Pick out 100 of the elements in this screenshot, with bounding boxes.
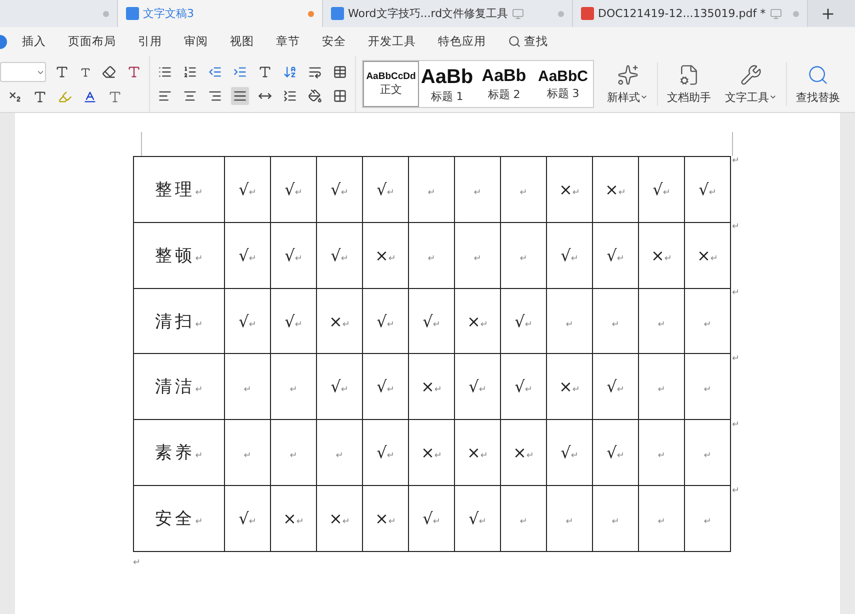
menu-item[interactable]: 引用 (127, 34, 173, 49)
font-size-field[interactable] (0, 62, 46, 82)
row-label-cell: 整顿↵ (134, 222, 224, 288)
row-label-cell: 素养↵ (134, 420, 224, 486)
table-cell: ×↵ (408, 420, 454, 486)
table-cell: √↵ (592, 222, 638, 288)
row-end-mark: ↵ (731, 156, 740, 168)
table-cell: ×↵ (454, 288, 500, 354)
table-cell: √↵ (224, 222, 270, 288)
paint-bucket-icon[interactable] (306, 87, 324, 105)
sparkle-icon (616, 64, 638, 86)
row-label-cell: 整理↵ (134, 156, 224, 222)
menu-item[interactable]: 开发工具 (357, 34, 427, 49)
ribbon-tool-button[interactable]: 文字工具 (718, 56, 784, 112)
table-cell: ×↵ (684, 222, 730, 288)
tab-title: Word文字技巧...rd文件修复工具 (348, 6, 508, 21)
row-end-mark: ↵ (731, 222, 740, 234)
eraser-icon[interactable] (100, 63, 118, 81)
table-cell: √↵ (224, 486, 270, 552)
table-cell: ↵ (684, 486, 730, 552)
table-cell: ↵ (638, 288, 684, 354)
table-cell: √↵ (684, 156, 730, 222)
status-dot (558, 10, 564, 16)
table-cell: ↵ (270, 354, 316, 420)
ribbon-tool-button[interactable]: 查找替换 (789, 56, 847, 112)
menu-item[interactable]: 安全 (311, 34, 357, 49)
row-label-cell: 安全↵ (134, 486, 224, 552)
table-cell: √↵ (500, 288, 546, 354)
table-cell: √↵ (224, 156, 270, 222)
ribbon-tool-button[interactable]: 文档助手 (660, 56, 718, 112)
borders-icon[interactable] (331, 87, 349, 105)
table-cell: ↵ (638, 354, 684, 420)
pdf-icon (581, 7, 594, 20)
table-cell: ×↵ (454, 420, 500, 486)
table-cell: √↵ (224, 288, 270, 354)
align-button[interactable] (231, 87, 249, 105)
search-icon (807, 64, 829, 86)
table-cell: √↵ (316, 354, 362, 420)
table-cell: √↵ (546, 222, 592, 288)
wrench-icon (740, 64, 762, 86)
table-cell: ↵ (684, 354, 730, 420)
document-tab[interactable]: DOC121419-12...135019.pdf * (573, 0, 808, 27)
table-cell: ↵ (224, 420, 270, 486)
table-cell: ↵ (500, 486, 546, 552)
table-cell: ×↵ (316, 486, 362, 552)
table-icon[interactable] (331, 63, 349, 81)
status-dot (308, 10, 314, 16)
table-cell: ↵ (592, 288, 638, 354)
search-icon (508, 35, 521, 48)
menu-item[interactable]: 视图 (219, 34, 265, 49)
document-icon (126, 7, 139, 20)
document-tab[interactable]: Word文字技巧...rd文件修复工具 (323, 0, 573, 27)
table-cell: √↵ (500, 354, 546, 420)
table-cell: ×↵ (546, 354, 592, 420)
table-cell: √↵ (408, 288, 454, 354)
table-cell: √↵ (362, 354, 408, 420)
table-cell: √↵ (454, 354, 500, 420)
row-end-mark: ↵ (731, 420, 740, 432)
menu-item[interactable]: 页面布局 (57, 34, 127, 49)
align-icon (183, 89, 197, 103)
row-end-mark: ↵ (731, 354, 740, 366)
table-cell: ×↵ (546, 156, 592, 222)
table-cell: ↵ (500, 222, 546, 288)
table-cell: √↵ (454, 486, 500, 552)
table-cell: √↵ (362, 288, 408, 354)
table-cell: ↵ (638, 420, 684, 486)
row-end-mark: ↵ (731, 486, 740, 498)
table-cell: √↵ (592, 354, 638, 420)
table-cell: ↵ (684, 420, 730, 486)
status-dot (103, 10, 109, 16)
table-cell: ×↵ (638, 222, 684, 288)
tab-title: 文字文稿3 (143, 6, 194, 21)
row-label-cell: 清扫↵ (134, 288, 224, 354)
plus-icon (820, 6, 836, 22)
row-end-mark: ↵ (731, 288, 740, 300)
table-cell: ↵ (454, 156, 500, 222)
table-cell: ↵ (638, 486, 684, 552)
table-cell: ×↵ (316, 288, 362, 354)
table-cell: √↵ (408, 486, 454, 552)
table-cell: ↵ (546, 288, 592, 354)
menu-item[interactable]: 查找 (497, 34, 559, 49)
table-cell: ×↵ (500, 420, 546, 486)
table-cell: ↵ (546, 486, 592, 552)
ribbon-tool-button[interactable]: 新样式 (600, 56, 655, 112)
table-cell: ↵ (684, 288, 730, 354)
document-icon (331, 7, 344, 20)
style-preset[interactable]: AaBbCcDd 正文 (363, 61, 419, 107)
table-cell: √↵ (362, 420, 408, 486)
table-cell: ↵ (408, 156, 454, 222)
table-cell: √↵ (270, 222, 316, 288)
status-dot (793, 10, 799, 16)
monitor-icon (512, 8, 524, 20)
menu-item[interactable]: 插入 (11, 34, 57, 49)
menu-item[interactable]: 审阅 (173, 34, 219, 49)
table-cell: √↵ (316, 156, 362, 222)
document-tab[interactable]: 文字文稿3 (118, 0, 323, 27)
menu-item[interactable]: 章节 (265, 34, 311, 49)
table-cell: ↵ (316, 420, 362, 486)
table-cell: √↵ (638, 156, 684, 222)
menu-item[interactable]: 特色应用 (427, 34, 497, 49)
